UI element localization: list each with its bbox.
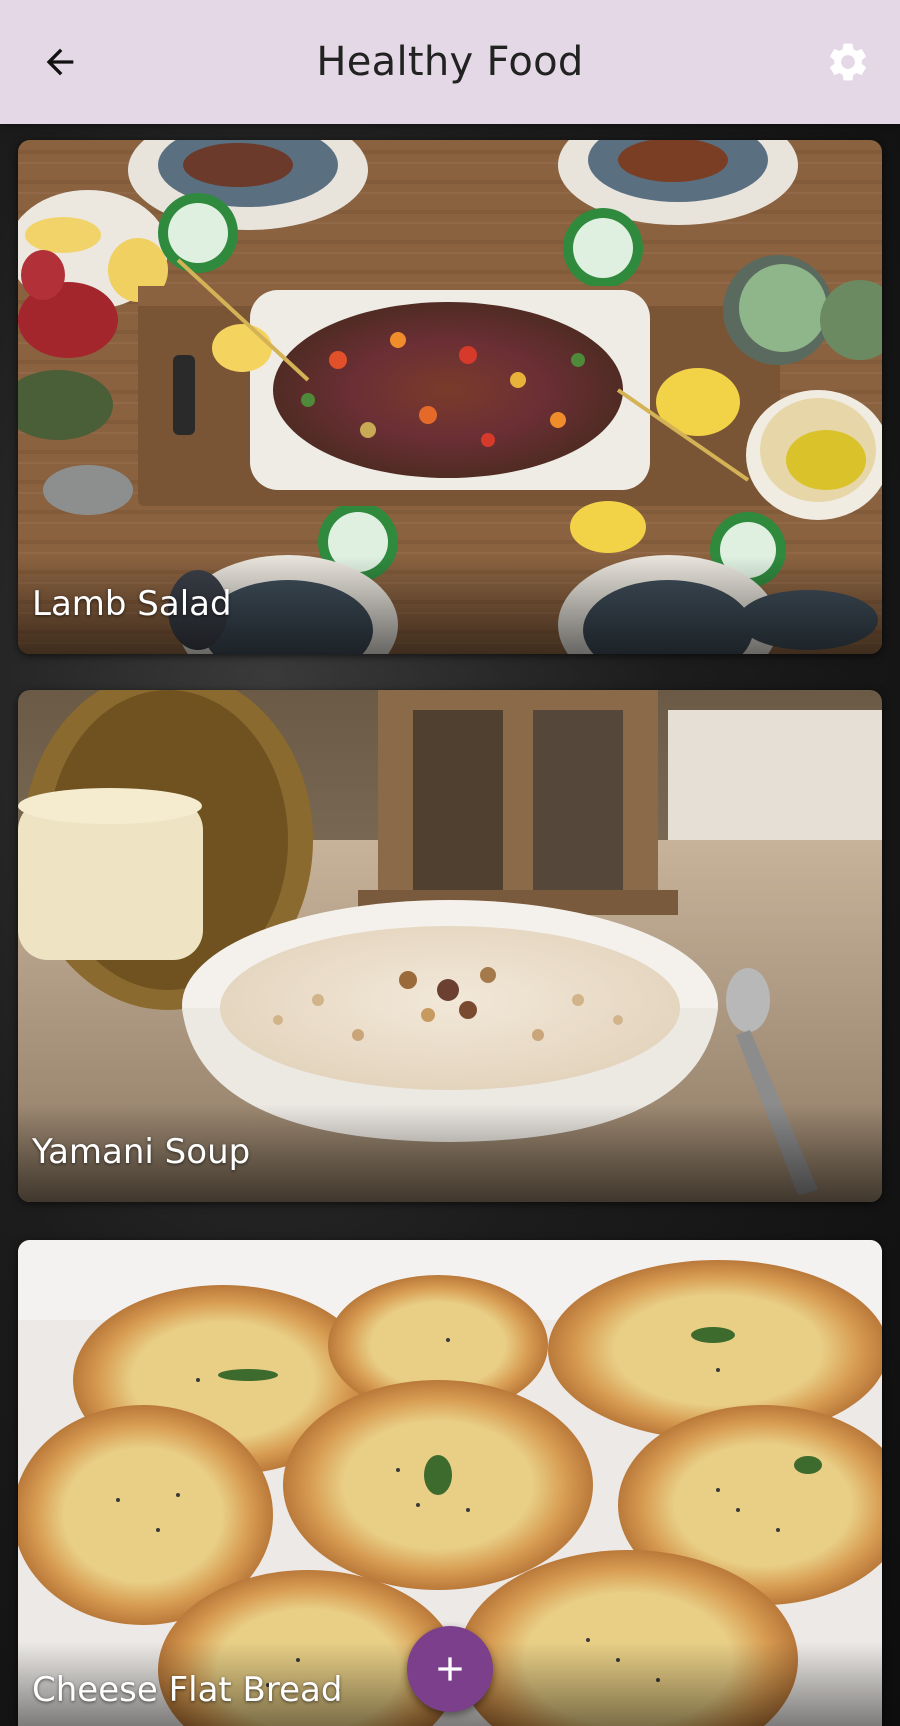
recipe-list[interactable]: Lamb Salad Yamani Soup Cheese Flat Bread: [0, 124, 900, 1726]
recipe-title: Lamb Salad: [32, 584, 232, 624]
gear-icon: [830, 43, 866, 81]
recipe-title: Yamani Soup: [32, 1132, 251, 1172]
add-recipe-button[interactable]: [407, 1626, 493, 1712]
settings-button[interactable]: [818, 32, 878, 92]
recipe-title: Cheese Flat Bread: [32, 1670, 343, 1710]
recipe-card-yamani-soup[interactable]: Yamani Soup: [18, 690, 882, 1202]
page-title: Healthy Food: [316, 39, 584, 85]
plus-icon: [438, 1657, 462, 1681]
app-bar: Healthy Food: [0, 0, 900, 124]
recipe-card-lamb-salad[interactable]: Lamb Salad: [18, 140, 882, 654]
